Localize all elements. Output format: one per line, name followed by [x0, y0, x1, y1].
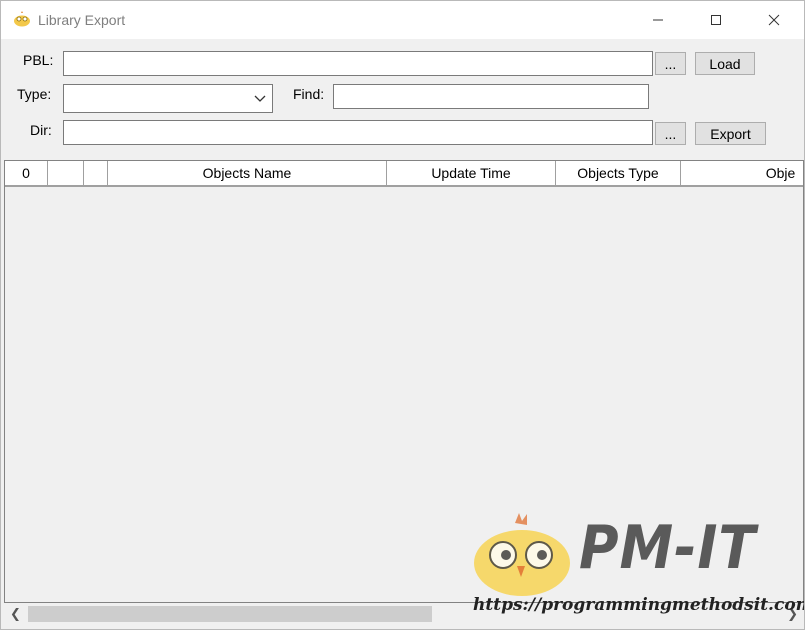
find-label: Find: — [293, 86, 325, 102]
column-header-update-time[interactable]: Update Time — [387, 161, 556, 185]
scroll-left-icon[interactable]: ❮ — [10, 606, 21, 622]
chick-logo-icon — [474, 513, 570, 596]
maximize-icon — [711, 15, 721, 25]
column-header-index[interactable]: 0 — [5, 161, 48, 185]
close-icon — [768, 14, 780, 26]
column-header-objects-name[interactable]: Objects Name — [108, 161, 387, 185]
column-header-objects-extra[interactable]: Obje — [681, 161, 803, 185]
dir-browse-button[interactable]: ... — [655, 122, 686, 145]
window-title: Library Export — [38, 12, 126, 28]
close-button[interactable] — [751, 1, 797, 39]
export-button[interactable]: Export — [695, 122, 766, 145]
column-header-flag[interactable] — [84, 161, 108, 185]
chevron-down-icon — [254, 91, 266, 108]
find-input[interactable] — [333, 84, 649, 109]
library-export-window: Library Export PBL: ... Load Type: Find:… — [0, 0, 805, 630]
column-header-objects-type[interactable]: Objects Type — [556, 161, 681, 185]
pbl-label: PBL: — [23, 52, 54, 68]
type-label: Type: — [17, 86, 52, 102]
title-bar[interactable]: Library Export — [1, 1, 804, 39]
watermark-brand: PM-IT — [579, 513, 757, 583]
dir-label: Dir: — [30, 122, 52, 138]
pbl-input[interactable] — [63, 51, 653, 76]
column-header-select[interactable] — [48, 161, 84, 185]
load-button[interactable]: Load — [695, 52, 755, 75]
chick-app-icon — [13, 11, 31, 27]
maximize-button[interactable] — [693, 1, 739, 39]
pm-it-watermark: PM-IT https://programmingmethodsit.com — [467, 511, 804, 623]
scroll-thumb[interactable] — [28, 606, 432, 622]
watermark-url: https://programmingmethodsit.com — [473, 595, 805, 615]
minimize-icon — [653, 19, 663, 21]
type-dropdown[interactable] — [63, 84, 273, 113]
pbl-browse-button[interactable]: ... — [655, 52, 686, 75]
table-header: 0 Objects Name Update Time Objects Type … — [5, 161, 803, 187]
dir-input[interactable] — [63, 120, 653, 145]
minimize-button[interactable] — [635, 1, 681, 39]
